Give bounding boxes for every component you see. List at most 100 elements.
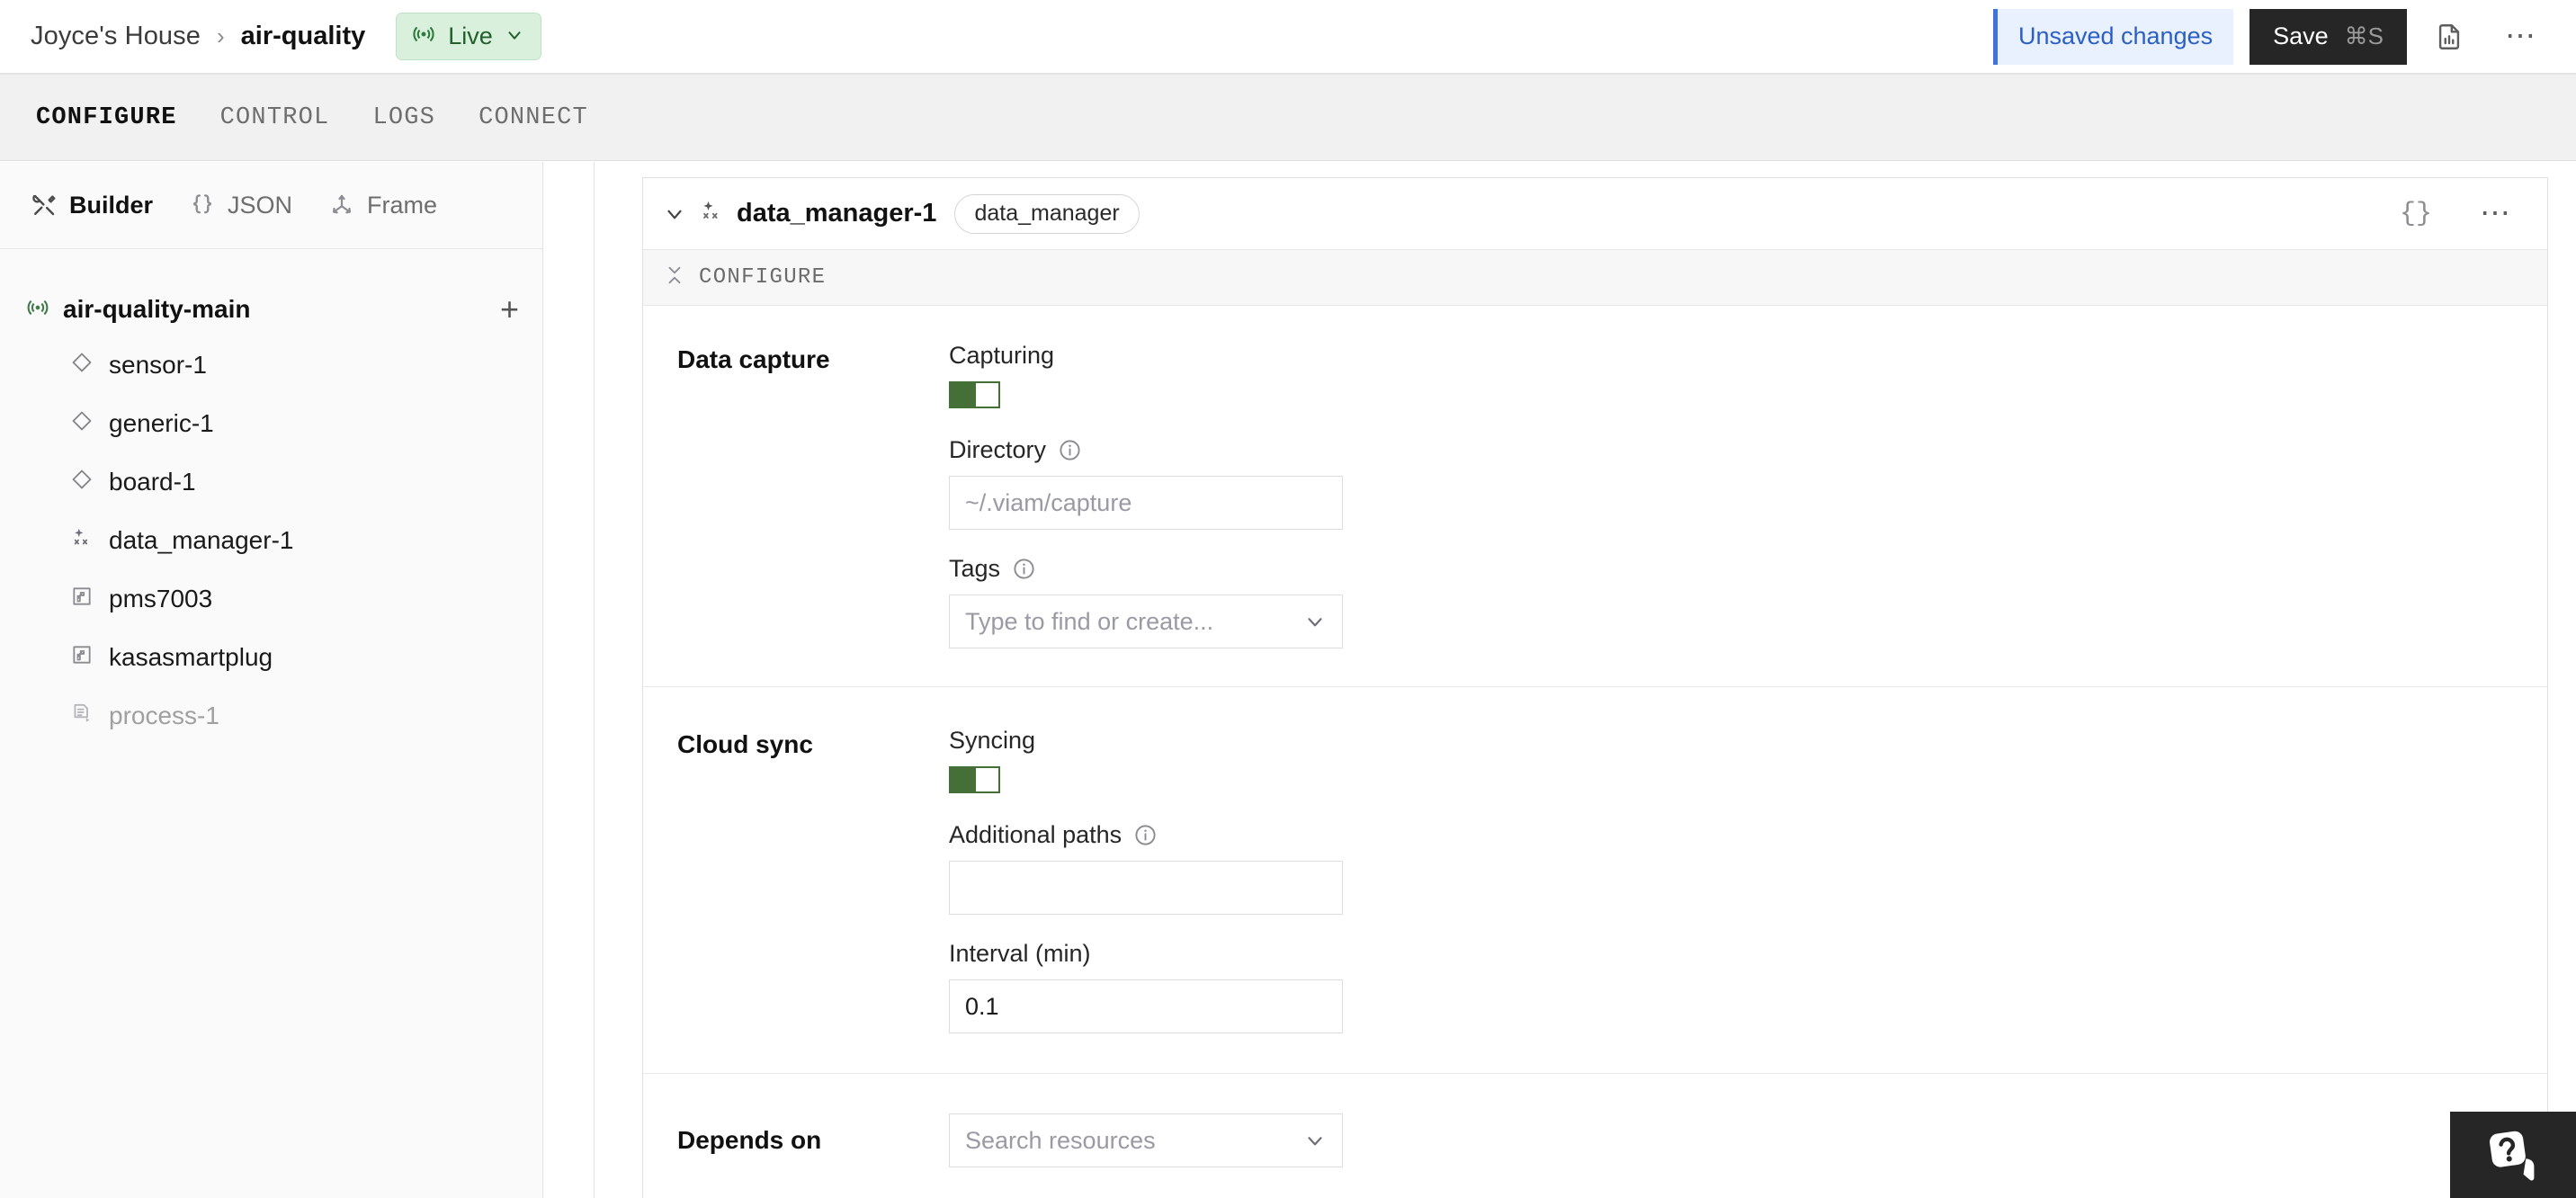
additional-paths-input[interactable] (949, 861, 1343, 915)
field-interval: Interval (min) (949, 940, 2547, 1033)
tree-root-air-quality-main[interactable]: air-quality-main + (0, 283, 542, 335)
sidebar: Builder JSON Frame air-quality-main + se… (0, 162, 543, 1198)
info-icon[interactable] (1012, 557, 1036, 581)
live-status-button[interactable]: Live (396, 13, 541, 60)
capturing-label: Capturing (949, 342, 1055, 369)
diamond-icon (70, 468, 94, 496)
directory-label: Directory (949, 436, 1047, 463)
interval-label-row: Interval (min) (949, 940, 2547, 968)
more-options-icon[interactable]: ⋯ (2491, 7, 2551, 67)
field-syncing: Syncing (949, 727, 2547, 793)
braces-icon (189, 192, 216, 219)
module-icon (70, 585, 94, 612)
save-button[interactable]: Save ⌘S (2250, 8, 2407, 65)
card-configure-subheader[interactable]: CONFIGURE (643, 250, 2547, 306)
sidebar-mode-json[interactable]: JSON (189, 192, 292, 219)
tab-logs[interactable]: LOGS (372, 97, 435, 139)
tab-configure[interactable]: CONFIGURE (36, 97, 177, 139)
toggle-knob (976, 383, 998, 407)
chevron-down-icon (505, 25, 524, 49)
tree-item-sensor-1[interactable]: sensor-1 (0, 335, 542, 394)
tree-root-label: air-quality-main (63, 295, 251, 323)
field-tags: Tags Type to find or create... (949, 555, 2547, 648)
more-options-icon[interactable]: ⋯ (2466, 184, 2526, 244)
tags-placeholder: Type to find or create... (965, 607, 1214, 635)
diamond-icon (70, 351, 94, 379)
tab-logs-label: LOGS (372, 103, 436, 131)
tree-item-label: kasasmartplug (109, 642, 273, 671)
sidebar-mode-frame[interactable]: Frame (328, 192, 437, 219)
document-chart-icon[interactable] (2419, 7, 2479, 67)
chevron-down-icon[interactable] (663, 202, 686, 226)
additional-paths-label: Additional paths (949, 821, 1123, 848)
additional-paths-label-row: Additional paths (949, 821, 2547, 849)
tree-item-label: process-1 (109, 701, 219, 729)
tab-control-label: CONTROL (219, 103, 330, 131)
tree-item-data-manager-1[interactable]: data_manager-1 (0, 511, 542, 569)
info-icon[interactable] (1058, 438, 1082, 462)
tree-item-board-1[interactable]: board-1 (0, 452, 542, 511)
sparkle-icon (70, 526, 94, 554)
tree-item-label: pms7003 (109, 584, 213, 612)
save-shortcut: ⌘S (2344, 22, 2384, 49)
save-label: Save (2273, 22, 2329, 49)
top-bar: Joyce's House › air-quality Live Unsaved… (0, 0, 2576, 75)
syncing-toggle[interactable] (949, 766, 1000, 793)
more-dots: ⋯ (2480, 196, 2512, 231)
more-dots: ⋯ (2505, 19, 2537, 54)
tree-item-label: generic-1 (109, 408, 214, 437)
info-icon[interactable] (1133, 823, 1158, 847)
braces-icon[interactable]: {} (2385, 199, 2446, 229)
chevron-down-icon (1303, 1129, 1327, 1152)
depends-on-placeholder: Search resources (965, 1126, 1156, 1154)
sidebar-mode-builder[interactable]: Builder (31, 192, 153, 219)
section-depends-on: Depends on Search resources (643, 1074, 2547, 1198)
section-data-capture: Data capture Capturing Directory ~/.viam… (643, 306, 2547, 687)
tags-select[interactable]: Type to find or create... (949, 595, 1343, 648)
breadcrumb-machine[interactable]: air-quality (241, 22, 366, 51)
syncing-label: Syncing (949, 727, 1036, 754)
process-script-icon (70, 702, 94, 729)
unsaved-changes-badge[interactable]: Unsaved changes (1992, 8, 2234, 65)
data-capture-fields: Capturing Directory ~/.viam/capture Tags… (949, 342, 2547, 648)
tab-control[interactable]: CONTROL (220, 97, 330, 139)
breadcrumb-organization[interactable]: Joyce's House (31, 22, 201, 51)
capturing-toggle[interactable] (949, 381, 1000, 408)
tab-configure-label: CONFIGURE (36, 103, 177, 131)
tree-item-label: sensor-1 (109, 350, 207, 379)
capturing-label-row: Capturing (949, 342, 2547, 370)
tree-item-generic-1[interactable]: generic-1 (0, 394, 542, 452)
collapse-all-icon (665, 264, 684, 291)
main-panel: data_manager-1 data_manager {} ⋯ CONFIGU… (544, 162, 2576, 1198)
add-resource-button[interactable]: + (500, 293, 519, 326)
directory-input[interactable] (949, 476, 1343, 530)
field-directory: Directory (949, 436, 2547, 530)
resource-tree: air-quality-main + sensor-1 generic-1 bo… (0, 249, 542, 745)
tab-connect[interactable]: CONNECT (479, 97, 588, 139)
breadcrumb-separator: › (216, 22, 225, 49)
section-title-cloud-sync: Cloud sync (677, 730, 813, 758)
card-header-actions: {} ⋯ (2385, 184, 2526, 244)
section-title-data-capture: Data capture (677, 345, 830, 373)
field-additional-paths: Additional paths (949, 821, 2547, 915)
tree-item-label: data_manager-1 (109, 525, 294, 554)
module-icon (70, 643, 94, 671)
radar-icon (411, 22, 436, 51)
interval-input[interactable] (949, 979, 1343, 1033)
sidebar-mode-builder-label: Builder (69, 191, 154, 219)
help-widget-button[interactable] (2450, 1112, 2576, 1198)
sparkle-icon (699, 199, 724, 228)
section-cloud-sync: Cloud sync Syncing Additional paths Inte… (643, 687, 2547, 1074)
cloud-sync-fields: Syncing Additional paths Interval (min) … (949, 727, 2547, 1033)
tree-item-process-1[interactable]: process-1 (0, 686, 542, 745)
card-title: data_manager-1 (737, 199, 937, 228)
sidebar-mode-frame-label: Frame (367, 191, 438, 219)
depends-on-select[interactable]: Search resources (949, 1113, 1343, 1167)
resource-card-data-manager-1: data_manager-1 data_manager {} ⋯ CONFIGU… (642, 177, 2548, 1198)
tree-item-pms7003[interactable]: pms7003 (0, 569, 542, 628)
syncing-label-row: Syncing (949, 727, 2547, 755)
interval-label: Interval (min) (949, 940, 1091, 967)
unsaved-changes-label: Unsaved changes (2017, 22, 2214, 49)
directory-label-row: Directory (949, 436, 2547, 464)
tree-item-kasasmartplug[interactable]: kasasmartplug (0, 628, 542, 686)
